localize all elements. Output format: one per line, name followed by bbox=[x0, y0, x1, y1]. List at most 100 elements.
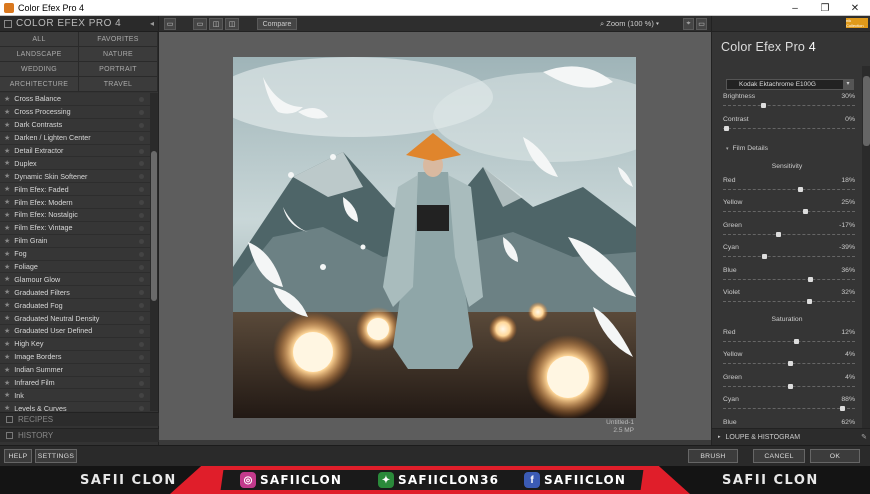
filter-item[interactable]: ★ Graduated User Defined bbox=[0, 325, 150, 338]
single-view-icon[interactable]: ▭ bbox=[193, 18, 207, 30]
star-icon[interactable]: ★ bbox=[4, 327, 10, 335]
slider-track[interactable] bbox=[723, 278, 855, 280]
slider-cyan[interactable]: Cyan 88% bbox=[723, 396, 855, 416]
zoom-control[interactable]: ⌕ Zoom (100 %) ▾ bbox=[600, 19, 659, 29]
preset-dropdown[interactable]: Kodak Ektachrome E100G ▾ bbox=[726, 79, 854, 90]
slider-track[interactable] bbox=[723, 301, 855, 302]
slider-track[interactable] bbox=[723, 211, 855, 213]
star-icon[interactable]: ★ bbox=[4, 224, 10, 232]
slider-track[interactable] bbox=[723, 341, 855, 342]
panel-toggle-right-icon[interactable]: ▭ bbox=[696, 18, 707, 30]
filter-item[interactable]: ★ Graduated Filters bbox=[0, 286, 150, 300]
filter-item[interactable]: ★ Foliage bbox=[0, 260, 150, 274]
filter-item[interactable]: ★ Film Efex: Nostalgic bbox=[0, 209, 150, 222]
star-icon[interactable]: ★ bbox=[4, 147, 10, 155]
preview-canvas[interactable]: Untitled-1 2.5 MP bbox=[159, 32, 711, 440]
favorite-dot-icon[interactable] bbox=[139, 122, 144, 128]
star-icon[interactable]: ★ bbox=[4, 108, 10, 116]
category-favorites[interactable]: FAVORITES bbox=[79, 32, 158, 47]
star-icon[interactable]: ★ bbox=[4, 379, 10, 387]
filter-item[interactable]: ★ Glamour Glow bbox=[0, 273, 150, 287]
slider-blue[interactable]: Blue 36% bbox=[723, 267, 855, 287]
star-icon[interactable]: ★ bbox=[4, 263, 10, 271]
filter-item[interactable]: ★ Image Borders bbox=[0, 350, 150, 364]
chevron-down-icon[interactable]: ▾ bbox=[843, 80, 853, 89]
help-button[interactable]: HELP bbox=[4, 449, 32, 463]
favorite-dot-icon[interactable] bbox=[139, 213, 144, 219]
filter-item[interactable]: ★ Graduated Neutral Density bbox=[0, 312, 150, 326]
star-icon[interactable]: ★ bbox=[4, 404, 10, 411]
star-icon[interactable]: ★ bbox=[4, 288, 10, 296]
favorite-dot-icon[interactable] bbox=[139, 225, 144, 231]
filter-item[interactable]: ★ Fog bbox=[0, 247, 150, 261]
category-travel[interactable]: TRAVEL bbox=[79, 77, 158, 92]
filter-item[interactable]: ★ Infrared Film bbox=[0, 376, 150, 390]
history-section[interactable]: HISTORY bbox=[0, 428, 159, 442]
slider-handle[interactable] bbox=[802, 209, 808, 215]
favorite-dot-icon[interactable] bbox=[139, 187, 144, 193]
star-icon[interactable]: ★ bbox=[4, 301, 10, 309]
slider-track[interactable] bbox=[723, 128, 855, 129]
filter-item[interactable]: ★ Ink bbox=[0, 389, 150, 403]
favorite-dot-icon[interactable] bbox=[139, 148, 144, 154]
star-icon[interactable]: ★ bbox=[4, 159, 10, 167]
compare-button[interactable]: Compare bbox=[257, 18, 297, 30]
filter-item[interactable]: ★ Dark Contrasts bbox=[0, 118, 150, 132]
favorite-dot-icon[interactable] bbox=[139, 277, 144, 283]
slider-handle[interactable] bbox=[776, 231, 782, 237]
loupe-icon[interactable]: ⌖ bbox=[683, 18, 694, 30]
filter-item[interactable]: ★ High Key bbox=[0, 337, 150, 351]
favorite-dot-icon[interactable] bbox=[139, 251, 144, 257]
slider-red[interactable]: Red 12% bbox=[723, 329, 855, 349]
star-icon[interactable]: ★ bbox=[4, 353, 10, 361]
slider-track[interactable] bbox=[723, 233, 855, 235]
favorite-dot-icon[interactable] bbox=[139, 406, 144, 411]
close-button[interactable]: ✕ bbox=[840, 0, 870, 16]
slider-violet[interactable]: Violet 32% bbox=[723, 289, 855, 309]
loupe-histogram-section[interactable]: ▸ LOUPE & HISTOGRAM ✎ bbox=[712, 428, 870, 445]
side-by-side-icon[interactable]: ◫ bbox=[225, 18, 239, 30]
favorite-dot-icon[interactable] bbox=[139, 109, 144, 115]
slider-handle[interactable] bbox=[761, 254, 767, 260]
star-icon[interactable]: ★ bbox=[4, 198, 10, 206]
filter-item[interactable]: ★ Levels & Curves bbox=[0, 402, 150, 411]
slider-blue[interactable]: Blue 62% bbox=[723, 419, 855, 428]
star-icon[interactable]: ★ bbox=[4, 121, 10, 129]
favorite-dot-icon[interactable] bbox=[139, 303, 144, 309]
star-icon[interactable]: ★ bbox=[4, 275, 10, 283]
filter-item[interactable]: ★ Film Grain bbox=[0, 234, 150, 248]
filter-list-scrollbar[interactable] bbox=[150, 93, 158, 411]
filter-item[interactable]: ★ Detail Extractor bbox=[0, 144, 150, 158]
settings-button[interactable]: SETTINGS bbox=[35, 449, 77, 463]
restore-button[interactable]: ❐ bbox=[810, 0, 840, 16]
filter-item[interactable]: ★ Indian Summer bbox=[0, 363, 150, 377]
slider-green[interactable]: Green -17% bbox=[723, 222, 855, 242]
filter-item[interactable]: ★ Cross Processing bbox=[0, 105, 150, 119]
cancel-button[interactable]: CANCEL bbox=[753, 449, 805, 463]
slider-handle[interactable] bbox=[760, 103, 766, 108]
category-all[interactable]: ALL bbox=[0, 32, 79, 47]
slider-handle[interactable] bbox=[806, 299, 812, 304]
star-icon[interactable]: ★ bbox=[4, 250, 10, 258]
star-icon[interactable]: ★ bbox=[4, 185, 10, 193]
category-wedding[interactable]: WEDDING bbox=[0, 62, 79, 77]
category-portrait[interactable]: PORTRAIT bbox=[79, 62, 158, 77]
slider-track[interactable] bbox=[723, 256, 855, 258]
ok-button[interactable]: OK bbox=[810, 449, 860, 463]
star-icon[interactable]: ★ bbox=[4, 340, 10, 348]
slider-yellow[interactable]: Yellow 4% bbox=[723, 351, 855, 371]
favorite-dot-icon[interactable] bbox=[139, 380, 144, 386]
star-icon[interactable]: ★ bbox=[4, 237, 10, 245]
star-icon[interactable]: ★ bbox=[4, 391, 10, 399]
category-landscape[interactable]: LANDSCAPE bbox=[0, 47, 79, 62]
favorite-dot-icon[interactable] bbox=[139, 393, 144, 399]
slider-brightness[interactable]: Brightness 30% bbox=[723, 93, 855, 113]
recipes-section[interactable]: RECIPES bbox=[0, 412, 159, 426]
loupe-settings-icon[interactable]: ✎ bbox=[861, 433, 867, 441]
category-nature[interactable]: NATURE bbox=[79, 47, 158, 62]
panel-toggle-icon[interactable]: ▭ bbox=[164, 18, 176, 30]
slider-track[interactable] bbox=[723, 189, 855, 190]
slider-red[interactable]: Red 18% bbox=[723, 177, 855, 197]
filter-item[interactable]: ★ Darken / Lighten Center bbox=[0, 131, 150, 145]
slider-yellow[interactable]: Yellow 25% bbox=[723, 199, 855, 219]
